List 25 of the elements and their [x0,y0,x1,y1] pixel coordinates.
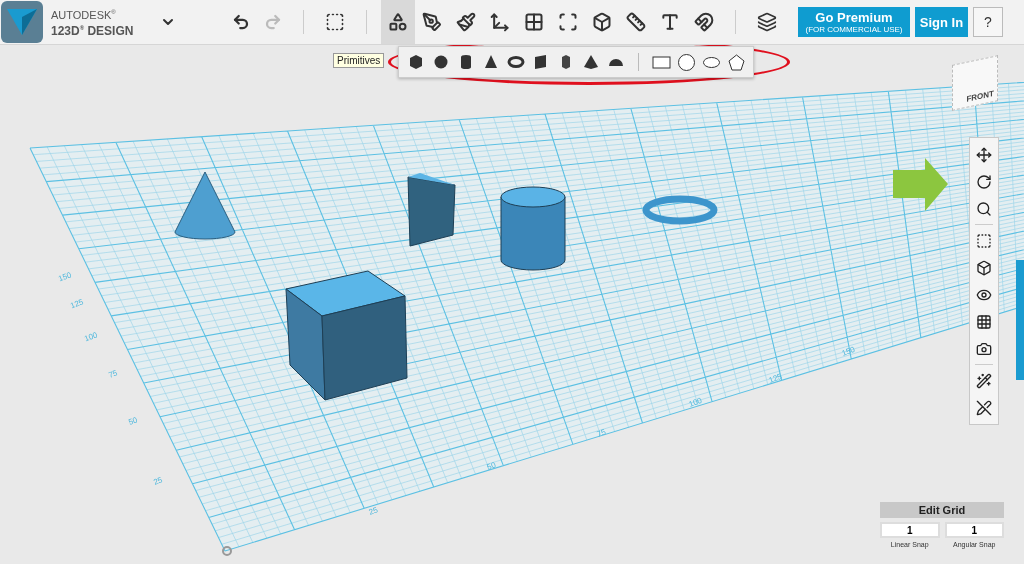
toolbar-tool-icon[interactable] [381,0,415,44]
grid-axis-label: 75 [595,427,608,439]
grid-axis-label: 150 [57,270,73,284]
grid-axis-label: 25 [152,475,164,487]
grid-axis-label: 125 [767,371,784,385]
linear-snap-field[interactable]: 1 [880,522,940,538]
grid-axis-label: 50 [485,460,498,472]
brand-name: AUTODESK$^{®}$ [51,7,117,21]
cone-drawing [174,171,236,240]
help-button[interactable]: ? [973,7,1003,37]
grid-axis-label: 25 [367,505,380,517]
angular-snap-field[interactable]: 1 [944,522,1004,538]
app-logo-icon [1,1,43,43]
view-cube[interactable]: FRONT [952,55,998,111]
grid-axis-label: 100 [83,330,99,344]
grid-axis-label: 125 [69,297,85,311]
grid-axis-label: 150 [840,344,857,358]
grid-axis-label: 50 [127,415,139,427]
grid-axis-label: 75 [107,368,119,380]
product-name: 123D$^{®}$ DESIGN [51,22,135,38]
pointer-arrow-drawing [893,158,948,211]
primitives-tooltip: Primitives [333,53,385,68]
origin-marker-icon [222,546,232,556]
edit-grid-button[interactable]: Edit Grid [880,502,1004,518]
grid-axis-label: 100 [687,395,704,409]
